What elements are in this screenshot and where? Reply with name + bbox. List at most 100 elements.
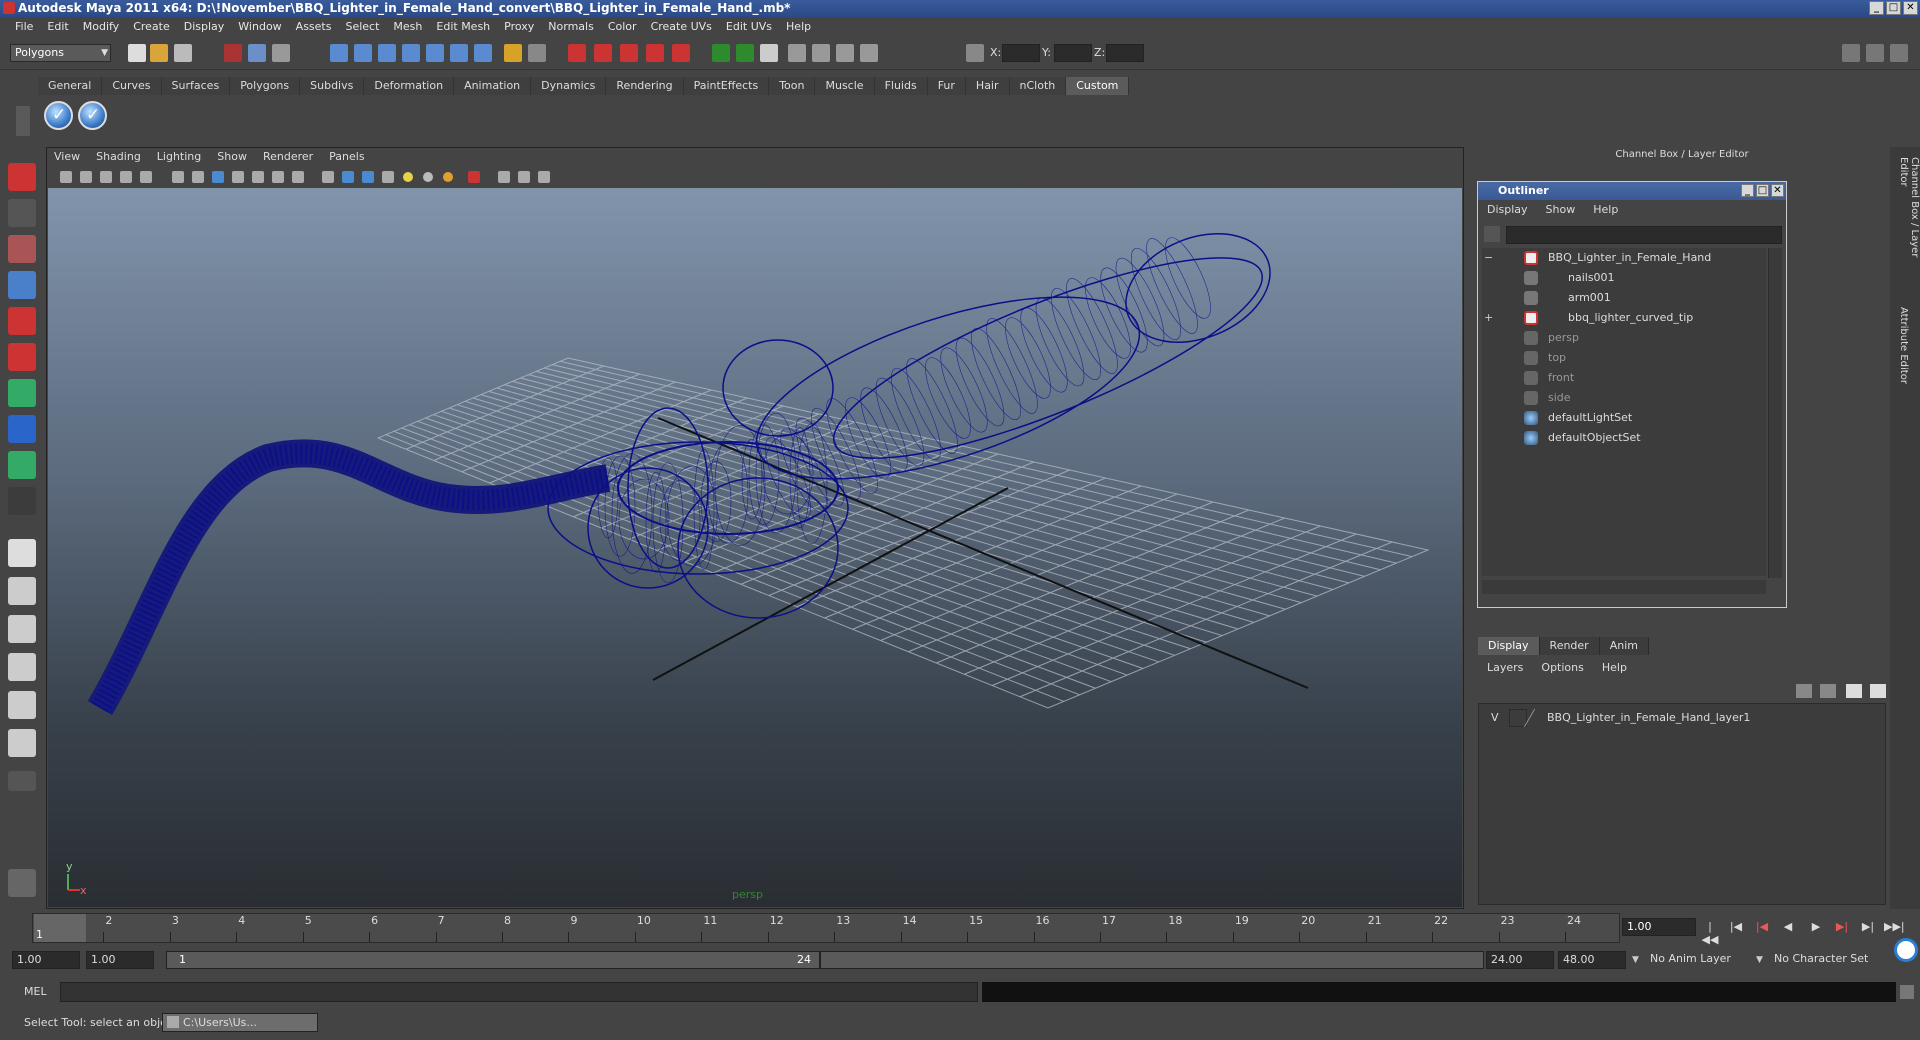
- side-tab-channel-box[interactable]: Channel Box / Layer Editor: [1898, 157, 1920, 287]
- show-channel-box-icon[interactable]: [1890, 44, 1908, 62]
- layer-tab-anim[interactable]: Anim: [1599, 637, 1649, 655]
- collapse-toggle[interactable]: −: [1484, 248, 1493, 268]
- layer-menu-options[interactable]: Options: [1532, 660, 1592, 676]
- layer-visibility-toggle[interactable]: V: [1491, 711, 1499, 724]
- select-component-icon[interactable]: [272, 44, 290, 62]
- new-layer-selected-icon[interactable]: [1820, 684, 1836, 698]
- absolute-transform-icon[interactable]: [966, 44, 984, 62]
- shelf-tab-subdivs[interactable]: Subdivs: [300, 77, 365, 95]
- menu-file[interactable]: File: [8, 17, 40, 37]
- magnet-icon[interactable]: [568, 44, 586, 62]
- step-back-key-icon[interactable]: |◀: [1752, 920, 1772, 936]
- outliner-item[interactable]: arm001: [1482, 288, 1762, 308]
- shelf-tab-toon[interactable]: Toon: [769, 77, 816, 95]
- outliner-horizontal-scrollbar[interactable]: [1482, 580, 1766, 594]
- layer-tab-display[interactable]: Display: [1478, 637, 1540, 655]
- shelf-check-icon[interactable]: [78, 101, 107, 130]
- two-d-pan-icon[interactable]: [140, 171, 152, 183]
- single-perspective-layout-icon[interactable]: [8, 539, 36, 567]
- shelf-tab-deformation[interactable]: Deformation: [364, 77, 455, 95]
- shelf-tab-painteffects[interactable]: PaintEffects: [683, 77, 770, 95]
- menu-help[interactable]: Help: [779, 17, 818, 37]
- persp-graph-layout-icon[interactable]: [8, 653, 36, 681]
- shelf-tab-rendering[interactable]: Rendering: [606, 77, 684, 95]
- grid-toggle-icon[interactable]: [172, 171, 184, 183]
- open-scene-icon[interactable]: [150, 44, 168, 62]
- outliner-maximize-button[interactable]: □: [1756, 184, 1769, 197]
- layout-options-icon[interactable]: [8, 771, 36, 791]
- maximize-button[interactable]: □: [1886, 1, 1901, 15]
- camera-select-icon[interactable]: [60, 171, 72, 183]
- smooth-shade-icon[interactable]: [342, 171, 354, 183]
- outliner-minimize-button[interactable]: _: [1741, 184, 1754, 197]
- layer-row[interactable]: V BBQ_Lighter_in_Female_Hand_layer1: [1479, 709, 1885, 727]
- lasso-tool-icon[interactable]: [8, 199, 36, 227]
- outliner-item[interactable]: + bbq_lighter_curved_tip: [1482, 308, 1762, 328]
- shelf-tab-fluids[interactable]: Fluids: [874, 77, 928, 95]
- menu-edit[interactable]: Edit: [40, 17, 75, 37]
- high-quality-icon[interactable]: [538, 171, 550, 183]
- outliner-item[interactable]: side: [1482, 388, 1762, 408]
- attribute-icon[interactable]: [836, 44, 854, 62]
- close-button[interactable]: ✕: [1903, 1, 1918, 15]
- outliner-menu-help[interactable]: Help: [1584, 202, 1627, 218]
- time-slider[interactable]: 123456789101112131415161718192021222324: [32, 913, 1620, 943]
- input-ops-icon[interactable]: [528, 44, 546, 62]
- history-icon[interactable]: [450, 44, 468, 62]
- outliner-search-input[interactable]: [1506, 226, 1782, 244]
- viewport-menu-lighting[interactable]: Lighting: [149, 149, 209, 165]
- save-scene-icon[interactable]: [174, 44, 192, 62]
- playhead[interactable]: 1: [34, 914, 86, 942]
- select-hierarchy-icon[interactable]: [224, 44, 242, 62]
- menu-create-uvs[interactable]: Create UVs: [644, 17, 719, 37]
- select-tool-icon[interactable]: [8, 163, 36, 191]
- move-tool-icon[interactable]: [8, 271, 36, 299]
- play-forwards-icon[interactable]: ▶: [1806, 920, 1826, 936]
- menu-proxy[interactable]: Proxy: [497, 17, 541, 37]
- character-set-dropdown[interactable]: No Character Set: [1770, 951, 1880, 969]
- viewport-menu-renderer[interactable]: Renderer: [255, 149, 321, 165]
- move-layer-down-icon[interactable]: [1870, 684, 1886, 698]
- rotate-tool-icon[interactable]: [8, 307, 36, 335]
- shelf-tab-custom[interactable]: Custom: [1066, 77, 1130, 95]
- new-scene-icon[interactable]: [128, 44, 146, 62]
- layer-color-swatch[interactable]: [1523, 709, 1549, 727]
- menu-color[interactable]: Color: [601, 17, 644, 37]
- chevron-down-icon[interactable]: ▼: [1632, 955, 1639, 965]
- menu-window[interactable]: Window: [231, 17, 288, 37]
- scene-settings-icon[interactable]: [8, 869, 36, 897]
- flat-light-icon[interactable]: [443, 172, 453, 182]
- shelf-tab-animation[interactable]: Animation: [454, 77, 532, 95]
- render-current-icon[interactable]: [736, 44, 754, 62]
- snap-curve-icon[interactable]: [354, 44, 372, 62]
- step-forward-frame-icon[interactable]: ▶|: [1858, 920, 1878, 936]
- outliner-item[interactable]: front: [1482, 368, 1762, 388]
- manipulator-tool-icon[interactable]: [8, 379, 36, 407]
- shelf-tab-curves[interactable]: Curves: [102, 77, 162, 95]
- snap-live-icon[interactable]: [620, 44, 638, 62]
- shelf-tab-general[interactable]: General: [38, 77, 103, 95]
- perspective-viewport[interactable]: y x persp: [48, 188, 1462, 907]
- move-layer-up-icon[interactable]: [1846, 684, 1862, 698]
- camera-attributes-icon[interactable]: [80, 171, 92, 183]
- outliner-item[interactable]: top: [1482, 348, 1762, 368]
- menu-assets[interactable]: Assets: [289, 17, 339, 37]
- ipr-render-icon[interactable]: [760, 44, 778, 62]
- filter-icon[interactable]: [1484, 226, 1500, 242]
- snap-pivot-icon[interactable]: [672, 44, 690, 62]
- side-tab-attribute-editor[interactable]: Attribute Editor: [1898, 307, 1909, 397]
- select-object-icon[interactable]: [248, 44, 266, 62]
- snap-align-icon[interactable]: [646, 44, 664, 62]
- safe-title-icon[interactable]: [292, 171, 304, 183]
- outliner-close-button[interactable]: ✕: [1771, 184, 1784, 197]
- playback-end-field[interactable]: 24.00: [1486, 951, 1554, 969]
- snap-surface-icon[interactable]: [426, 44, 444, 62]
- menu-mesh[interactable]: Mesh: [386, 17, 429, 37]
- menu-edit-mesh[interactable]: Edit Mesh: [429, 17, 497, 37]
- viewport-menu-show[interactable]: Show: [209, 149, 255, 165]
- step-forward-key-icon[interactable]: ▶|: [1832, 920, 1852, 936]
- chevron-down-icon[interactable]: ▼: [1756, 955, 1763, 965]
- shelf-tab-polygons[interactable]: Polygons: [230, 77, 301, 95]
- menu-edit-uvs[interactable]: Edit UVs: [719, 17, 779, 37]
- shelf-tab-hair[interactable]: Hair: [965, 77, 1010, 95]
